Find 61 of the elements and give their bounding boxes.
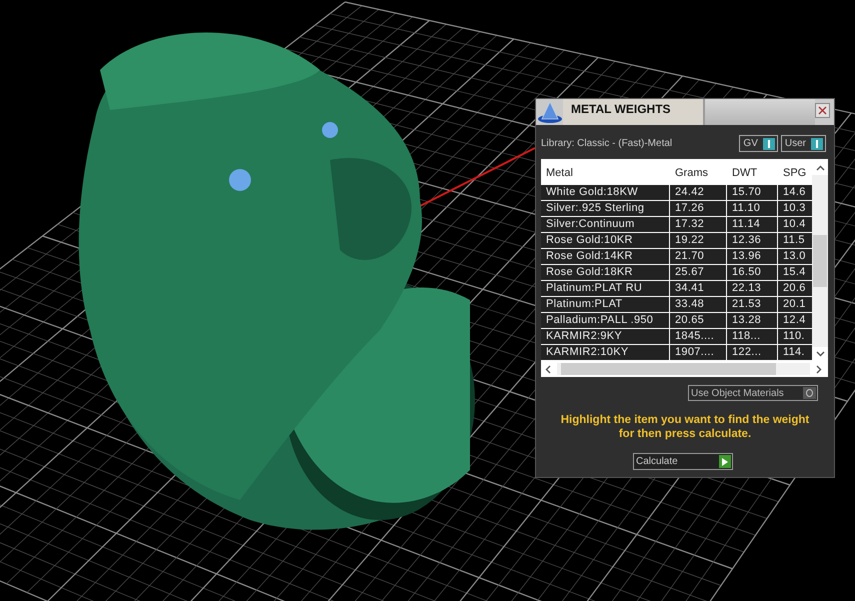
table-cell: 22.13 — [727, 281, 778, 297]
table-cell: 12.4 — [778, 313, 812, 329]
table-cell: 11.10 — [727, 201, 778, 217]
right-caret-icon — [816, 364, 822, 374]
table-cell: Rose Gold:14KR — [541, 249, 670, 265]
table-cell: 20.65 — [670, 313, 727, 329]
toggle-button[interactable]: User — [780, 135, 826, 152]
table-cell: 13.28 — [727, 313, 778, 329]
table-cell: 10.3 — [778, 201, 812, 217]
scroll-thumb[interactable] — [561, 363, 776, 375]
table-cell: 20.6 — [778, 281, 812, 297]
left-caret-icon — [545, 364, 551, 374]
table-cell: 15.4 — [778, 265, 812, 281]
up-caret-icon — [816, 165, 824, 171]
table-cell: 118... — [727, 329, 778, 345]
table-cell: 110. — [778, 329, 812, 345]
table-cell: 25.67 — [670, 265, 727, 281]
library-label: Library: Classic - (Fast)-Metal — [541, 138, 672, 149]
table-cell: 34.41 — [670, 281, 727, 297]
table-cell: 12.36 — [727, 233, 778, 249]
table-cell: 16.50 — [727, 265, 778, 281]
table-cell: 15.70 — [727, 185, 778, 201]
table-cell: 10.4 — [778, 217, 812, 233]
table-cell: White Gold:18KW — [541, 185, 670, 201]
table-cell: 17.32 — [670, 217, 727, 233]
instruction-text: Highlight the item you want to find the weight for then press calculate. — [560, 413, 810, 441]
table-cell: 1907.... — [670, 345, 727, 361]
scroll-thumb[interactable] — [813, 235, 827, 287]
table-cell: Silver:.925 Sterling — [541, 201, 670, 217]
table-cell: Palladium:PALL .950 — [541, 313, 670, 329]
down-caret-icon — [816, 351, 824, 357]
calculate-button[interactable]: Calculate — [633, 453, 733, 470]
table-cell: 122... — [727, 345, 778, 361]
table-cell: Platinum:PLAT — [541, 297, 670, 313]
close-icon — [818, 106, 827, 115]
table-cell: 11.14 — [727, 217, 778, 233]
play-icon — [719, 455, 731, 468]
close-button[interactable] — [815, 103, 830, 118]
table-cell: 13.0 — [778, 249, 812, 265]
table-cell: 11.5 — [778, 233, 812, 249]
table-cell: 33.48 — [670, 297, 727, 313]
cone-logo-icon — [537, 100, 563, 124]
table-cell: 19.22 — [670, 233, 727, 249]
table-cell: Rose Gold:18KR — [541, 265, 670, 281]
table-cell: 1845.... — [670, 329, 727, 345]
table-cell: 13.96 — [727, 249, 778, 265]
table-cell: Silver:Continuum — [541, 217, 670, 233]
table-cell: KARMIR2:9KY — [541, 329, 670, 345]
table-cell: 24.42 — [670, 185, 727, 201]
table-cell: Platinum:PLAT RU — [541, 281, 670, 297]
table-cell: Rose Gold:10KR — [541, 233, 670, 249]
table-cell: 114. — [778, 345, 812, 361]
table-cell: 21.70 — [670, 249, 727, 265]
table-cell: 20.1 — [778, 297, 812, 313]
table-cell: 17.26 — [670, 201, 727, 217]
use-object-materials-toggle[interactable]: Use Object Materials — [688, 385, 818, 401]
table-cell: 21.53 — [727, 297, 778, 313]
table-cell: KARMIR2:10KY — [541, 345, 670, 361]
window-title: METAL WEIGHTS — [563, 99, 705, 125]
toggle-button[interactable]: GV — [739, 135, 778, 152]
table-cell: 14.6 — [778, 185, 812, 201]
